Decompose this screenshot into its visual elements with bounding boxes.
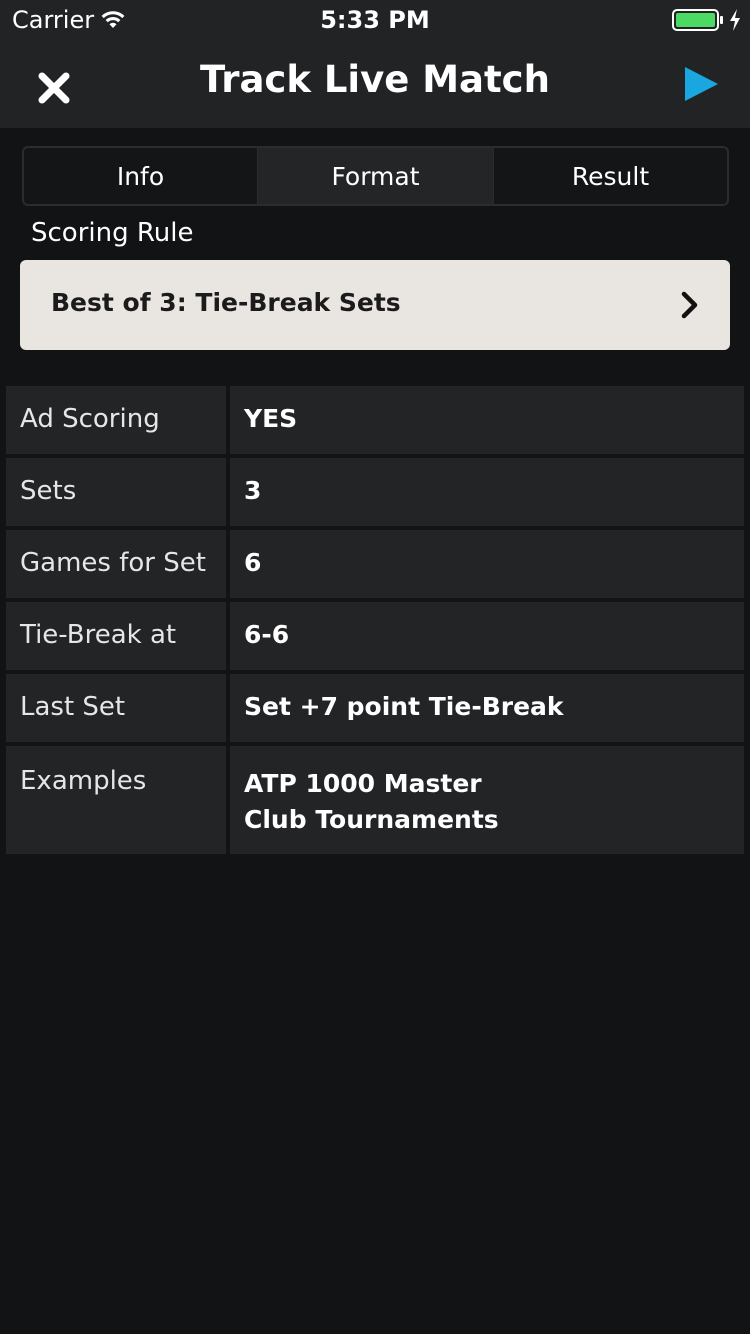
row-label: Last Set [6, 674, 226, 742]
row-value: 3 [230, 458, 744, 526]
play-icon [685, 67, 718, 101]
status-bar: Carrier 5:33 PM [0, 0, 750, 40]
battery-icon [672, 9, 723, 31]
page-title: Track Live Match [200, 58, 550, 101]
table-row-games-for-set: Games for Set 6 [6, 530, 744, 598]
row-label: Tie-Break at [6, 602, 226, 670]
scoring-rule-heading: Scoring Rule [31, 218, 194, 248]
start-match-button[interactable] [676, 62, 726, 106]
format-table: Ad Scoring YES Sets 3 Games for Set 6 Ti… [6, 386, 744, 858]
row-value: ATP 1000 Master Club Tournaments [230, 746, 744, 854]
table-row-sets: Sets 3 [6, 458, 744, 526]
row-label: Examples [6, 746, 226, 854]
table-row-tie-break-at: Tie-Break at 6-6 [6, 602, 744, 670]
tab-result[interactable]: Result [494, 148, 727, 204]
row-value: Set +7 point Tie-Break [230, 674, 744, 742]
scoring-rule-value: Best of 3: Tie-Break Sets [51, 288, 401, 317]
charging-bolt-icon [730, 9, 740, 31]
chevron-right-icon [681, 291, 698, 319]
tab-format[interactable]: Format [257, 148, 494, 204]
tab-info[interactable]: Info [24, 148, 257, 204]
tab-bar: Info Format Result [22, 146, 729, 206]
scoring-rule-select[interactable]: Best of 3: Tie-Break Sets [20, 260, 730, 350]
row-value: YES [230, 386, 744, 454]
example-line: ATP 1000 Master [244, 769, 482, 798]
status-time: 5:33 PM [320, 6, 430, 34]
table-row-last-set: Last Set Set +7 point Tie-Break [6, 674, 744, 742]
row-label: Sets [6, 458, 226, 526]
table-row-ad-scoring: Ad Scoring YES [6, 386, 744, 454]
row-value: 6-6 [230, 602, 744, 670]
table-row-examples: Examples ATP 1000 Master Club Tournament… [6, 746, 744, 854]
nav-bar: Track Live Match [0, 40, 750, 128]
row-value: 6 [230, 530, 744, 598]
example-line: Club Tournaments [244, 805, 499, 834]
row-label: Games for Set [6, 530, 226, 598]
row-label: Ad Scoring [6, 386, 226, 454]
